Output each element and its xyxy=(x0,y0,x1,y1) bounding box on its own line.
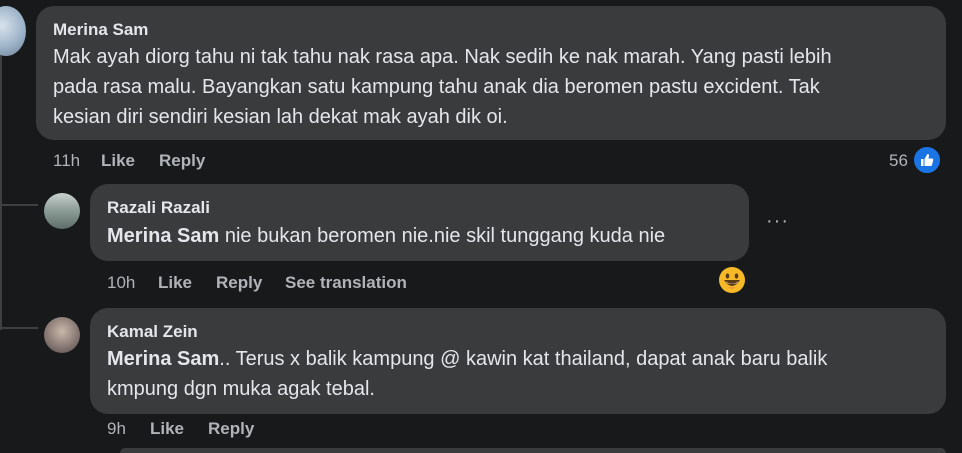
reply-button[interactable]: Reply xyxy=(159,151,205,171)
like-button[interactable]: Like xyxy=(101,151,135,171)
see-translation-link[interactable]: See translation xyxy=(285,273,407,293)
comment-text-line-2: kmpung dgn muka agak tebal. xyxy=(107,378,375,400)
comment-text-body: .. Terus x balik kampung @ kawin kat tha… xyxy=(219,348,828,370)
comment-author[interactable]: Kamal Zein xyxy=(107,322,198,342)
comment-time[interactable]: 10h xyxy=(107,273,135,293)
comment-text-line-2: pada rasa malu. Bayangkan satu kampung t… xyxy=(53,76,820,98)
thread-connector-2 xyxy=(0,327,38,329)
comment-text-line-1: Merina Sam.. Terus x balik kampung @ kaw… xyxy=(107,344,827,374)
comment-time[interactable]: 11h xyxy=(53,151,80,171)
reply-button[interactable]: Reply xyxy=(208,419,254,439)
comment-time[interactable]: 9h xyxy=(107,419,126,439)
thread-line-vertical xyxy=(0,40,2,330)
comment-text-line-1: Mak ayah diorg tahu ni tak tahu nak rasa… xyxy=(53,46,832,68)
reaction-count[interactable]: 56 xyxy=(889,151,908,171)
next-comment-bubble xyxy=(120,448,946,453)
thumbs-up-icon[interactable] xyxy=(912,145,942,175)
grinning-emoji-icon[interactable] xyxy=(718,266,746,294)
comment-author[interactable]: Razali Razali xyxy=(107,198,210,218)
thread-connector-1 xyxy=(0,204,38,206)
avatar[interactable] xyxy=(44,317,80,353)
reply-button[interactable]: Reply xyxy=(216,273,262,293)
comment-text: Merina Sam nie bukan beromen nie.nie ski… xyxy=(107,221,665,251)
comment-text-line-3: kesian diri sendiri kesian lah dekat mak… xyxy=(53,106,508,128)
mention-link[interactable]: Merina Sam xyxy=(107,348,219,370)
avatar[interactable] xyxy=(0,6,26,56)
like-button[interactable]: Like xyxy=(150,419,184,439)
avatar[interactable] xyxy=(44,193,80,229)
like-button[interactable]: Like xyxy=(158,273,192,293)
comment-author[interactable]: Merina Sam xyxy=(53,20,148,40)
comment-text-body: nie bukan beromen nie.nie skil tunggang … xyxy=(219,225,666,247)
more-options-button[interactable]: ··· xyxy=(766,210,789,233)
mention-link[interactable]: Merina Sam xyxy=(107,225,219,247)
